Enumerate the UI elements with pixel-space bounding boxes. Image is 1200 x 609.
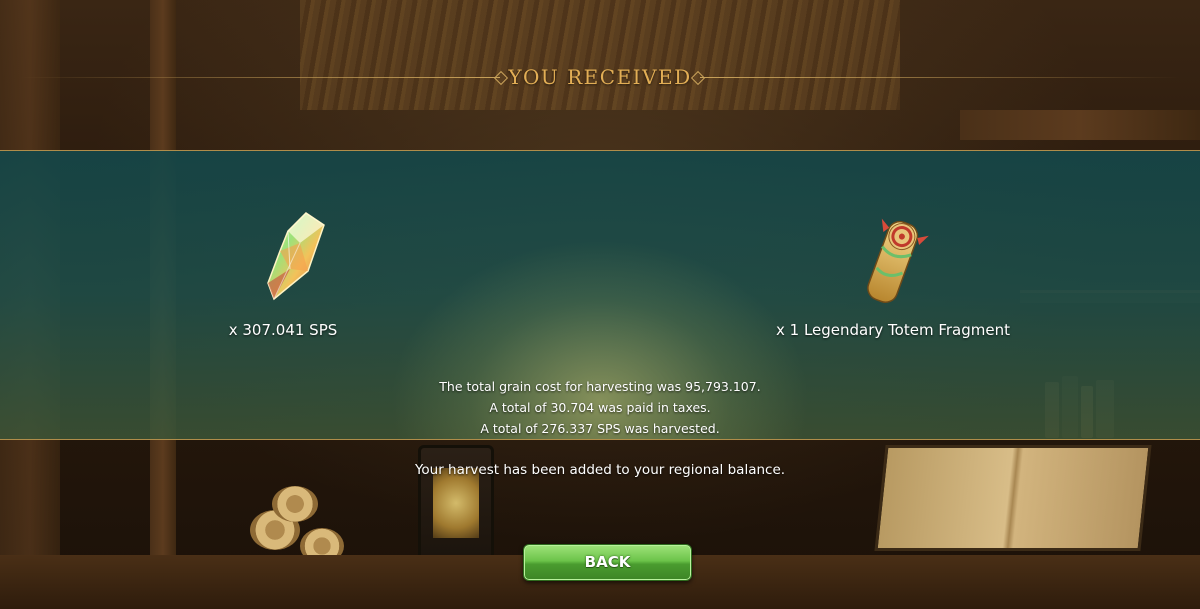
- grain-cost-text: The total grain cost for harvesting was …: [439, 379, 761, 394]
- wooden-beam: [960, 110, 1200, 140]
- harvested-text: A total of 276.337 SPS was harvested.: [480, 421, 720, 436]
- reward-item-sps: x 307.041 SPS: [183, 211, 383, 339]
- reward-label-totem-fragment: x 1 Legendary Totem Fragment: [776, 321, 1010, 339]
- balance-notice: Your harvest has been added to your regi…: [414, 462, 786, 478]
- back-button[interactable]: BACK: [523, 544, 692, 581]
- header: YOU RECEIVED: [0, 60, 1200, 94]
- open-book: [874, 445, 1152, 551]
- reward-label-sps: x 307.041 SPS: [228, 321, 338, 339]
- reward-item-totem-fragment: x 1 Legendary Totem Fragment: [773, 211, 1013, 339]
- sps-crystal-icon: [228, 211, 338, 311]
- taxes-text: A total of 30.704 was paid in taxes.: [489, 400, 711, 415]
- scroll: [272, 486, 318, 522]
- reward-panel: x 307.041 SPS x 1 Legendary Totem Fragme…: [0, 150, 1200, 440]
- legendary-totem-fragment-icon: [838, 211, 948, 311]
- title-divider-right: [700, 77, 1180, 78]
- harvest-summary: The total grain cost for harvesting was …: [330, 376, 870, 439]
